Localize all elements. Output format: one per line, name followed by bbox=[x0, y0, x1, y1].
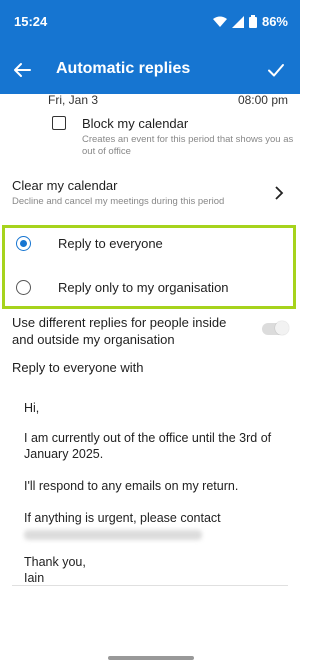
different-replies-option[interactable]: Use different replies for people inside … bbox=[12, 314, 289, 348]
clear-calendar-option[interactable]: Clear my calendar Decline and cancel my … bbox=[12, 178, 288, 208]
different-replies-label: Use different replies for people inside … bbox=[12, 315, 227, 347]
cellular-signal-icon bbox=[231, 15, 244, 28]
message-line-3: If anything is urgent, please contact bbox=[24, 511, 221, 525]
block-calendar-checkbox[interactable] bbox=[52, 116, 66, 130]
battery-percentage: 86% bbox=[261, 14, 288, 29]
clear-calendar-label: Clear my calendar bbox=[12, 178, 118, 193]
end-time[interactable]: 08:00 pm bbox=[238, 93, 288, 107]
message-name: Iain bbox=[24, 571, 45, 585]
reply-organisation-radio[interactable] bbox=[16, 280, 31, 295]
back-arrow-icon[interactable] bbox=[10, 58, 34, 82]
end-date[interactable]: Fri, Jan 3 bbox=[48, 93, 98, 107]
redacted-contact bbox=[24, 530, 202, 540]
message-signoff: Thank you, bbox=[24, 555, 86, 569]
battery-icon bbox=[248, 15, 257, 28]
message-line-2: I'll respond to any emails on my return. bbox=[24, 479, 239, 493]
app-bar: Automatic replies bbox=[0, 46, 300, 94]
wifi-icon bbox=[212, 16, 227, 27]
chevron-right-icon bbox=[275, 186, 284, 200]
status-time: 15:24 bbox=[14, 14, 48, 29]
gesture-nav-bar[interactable] bbox=[108, 656, 194, 660]
status-icons: 86% bbox=[212, 14, 288, 29]
reply-everyone-label[interactable]: Reply to everyone bbox=[58, 236, 163, 251]
save-check-icon[interactable] bbox=[264, 58, 288, 82]
reply-organisation-label[interactable]: Reply only to my organisation bbox=[58, 280, 229, 295]
block-calendar-label: Block my calendar bbox=[82, 116, 189, 131]
page-title: Automatic replies bbox=[56, 60, 191, 77]
reply-audience-group: Reply to everyone Reply only to my organ… bbox=[2, 225, 296, 309]
clear-calendar-description: Decline and cancel my meetings during th… bbox=[12, 196, 225, 207]
reply-with-heading: Reply to everyone with bbox=[12, 360, 144, 375]
reply-message-editor[interactable]: Hi, I am currently out of the office unt… bbox=[12, 384, 288, 586]
different-replies-toggle[interactable] bbox=[262, 321, 289, 335]
message-greeting: Hi, bbox=[24, 401, 40, 415]
block-calendar-description: Creates an event for this period that sh… bbox=[82, 134, 294, 157]
message-line-1: I am currently out of the office until t… bbox=[24, 431, 272, 461]
status-bar: 15:24 86% bbox=[0, 0, 300, 46]
reply-everyone-radio[interactable] bbox=[16, 236, 31, 251]
